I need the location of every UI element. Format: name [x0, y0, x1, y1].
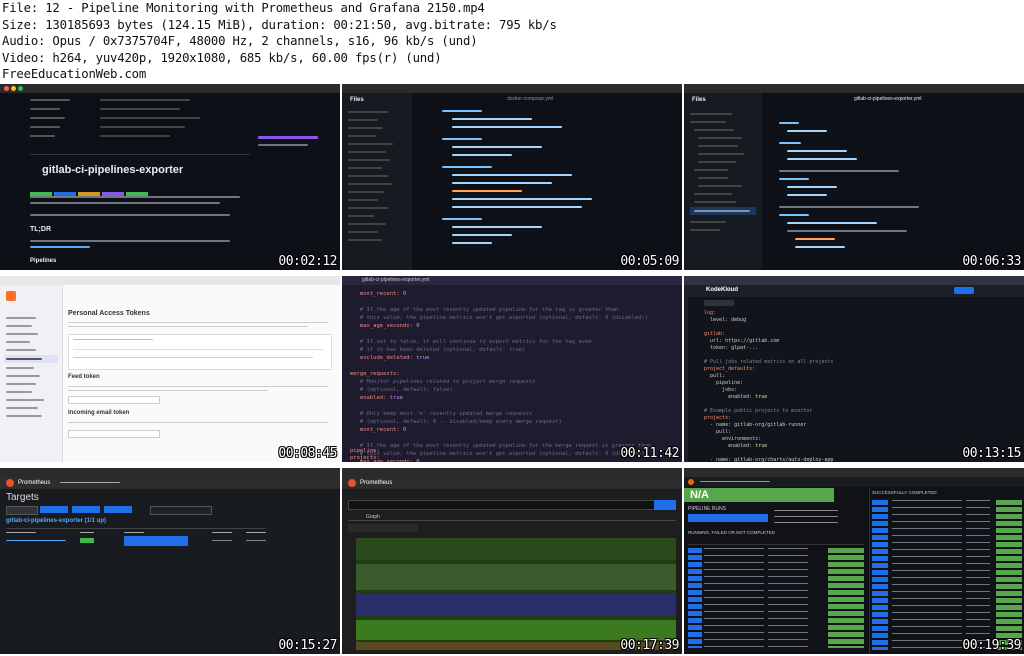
file-line: File: 12 - Pipeline Monitoring with Prom…: [2, 1, 485, 15]
thumbnail-9[interactable]: N/A PIPELINE RUNS RUNNING, FAILED OR NOT…: [684, 468, 1024, 654]
thumbnail-7[interactable]: Prometheus Targets gitlab-ci-pipelines-e…: [0, 468, 340, 654]
timestamp: 00:19:39: [962, 638, 1021, 653]
pipelines-heading: Pipelines: [30, 258, 57, 264]
files-panel-title: Files: [350, 97, 364, 103]
success-heading: SUCCESSFULLY COMPLETED: [872, 490, 937, 495]
files-panel-title: Files: [692, 97, 706, 103]
prometheus-logo-icon: [6, 479, 14, 487]
timestamp: 00:08:45: [278, 446, 337, 461]
incoming-email-heading: Incoming email token: [68, 410, 130, 416]
prometheus-logo-icon: [348, 479, 356, 487]
site-line: FreeEducationWeb.com: [2, 67, 147, 82]
lab-button[interactable]: [954, 287, 974, 294]
thumbnail-3[interactable]: Files gitlab-ci-pipelines-exporter.yml 0…: [684, 84, 1024, 270]
tldr-heading: TL;DR: [30, 226, 51, 233]
gitlab-logo-icon: [6, 291, 16, 301]
app-name: Prometheus: [360, 480, 393, 486]
timestamp: 00:06:33: [962, 254, 1021, 269]
file-path: gitlab-ci-pipelines-exporter.yml: [854, 96, 922, 102]
thumbnail-5[interactable]: gitlab-ci-pipelines-exporter.yml most_re…: [342, 276, 682, 462]
page-title: Targets: [6, 492, 39, 503]
pipeline-runs-heading: PIPELINE RUNS: [688, 506, 727, 512]
feed-token-heading: Feed token: [68, 374, 100, 380]
readme-title: gitlab-ci-pipelines-exporter: [42, 164, 184, 176]
code-log: log:: [704, 310, 717, 316]
timestamp: 00:17:39: [620, 638, 679, 653]
kodekloud-logo: KodeKloud: [706, 287, 738, 293]
thumbnail-8[interactable]: Prometheus Graph 00:17:39: [342, 468, 682, 654]
timestamp: 00:11:42: [620, 446, 679, 461]
thumbnail-4[interactable]: Personal Access Tokens Feed token Incomi…: [0, 276, 340, 462]
timestamp: 00:15:27: [278, 638, 337, 653]
timestamp: 00:05:09: [620, 254, 679, 269]
app-name: Prometheus: [18, 480, 51, 486]
code-projects: projects:: [350, 455, 380, 461]
timestamp: 00:02:12: [278, 254, 337, 269]
target-group[interactable]: gitlab-ci-pipelines-exporter (1/1 up): [6, 518, 106, 524]
running-heading: RUNNING, FAILED OR NOT COMPLETED: [688, 530, 775, 535]
size-line: Size: 130185693 bytes (124.15 MiB), dura…: [2, 17, 557, 32]
file-info-header: File: 12 - Pipeline Monitoring with Prom…: [2, 0, 602, 83]
thumbnail-2[interactable]: Files docker-compose.yml 00:05:09: [342, 84, 682, 270]
stat-value: N/A: [690, 489, 709, 501]
thumbnail-1[interactable]: gitlab-ci-pipelines-exporter TL;DR Pipel…: [0, 84, 340, 270]
file-tab[interactable]: docker-compose.yml: [507, 96, 553, 102]
audio-line: Audio: Opus / 0x7375704F, 48000 Hz, 2 ch…: [2, 34, 478, 49]
code-merge-requests: merge_requests:: [350, 371, 400, 377]
editor-tab[interactable]: gitlab-ci-pipelines-exporter.yml: [362, 277, 430, 283]
video-line: Video: h264, yuv420p, 1920x1080, 685 kb/…: [2, 50, 442, 65]
grafana-logo-icon: [688, 479, 694, 485]
code-level: level: debug: [710, 317, 747, 323]
execute-button[interactable]: [654, 500, 676, 510]
code-pipeline: pipeline:: [350, 448, 380, 454]
section-title: Personal Access Tokens: [68, 310, 150, 317]
timestamp: 00:13:15: [962, 446, 1021, 461]
thumbnail-6[interactable]: KodeKloud log: level: debug gitlab: url:…: [684, 276, 1024, 462]
editor-tab[interactable]: [704, 300, 734, 306]
